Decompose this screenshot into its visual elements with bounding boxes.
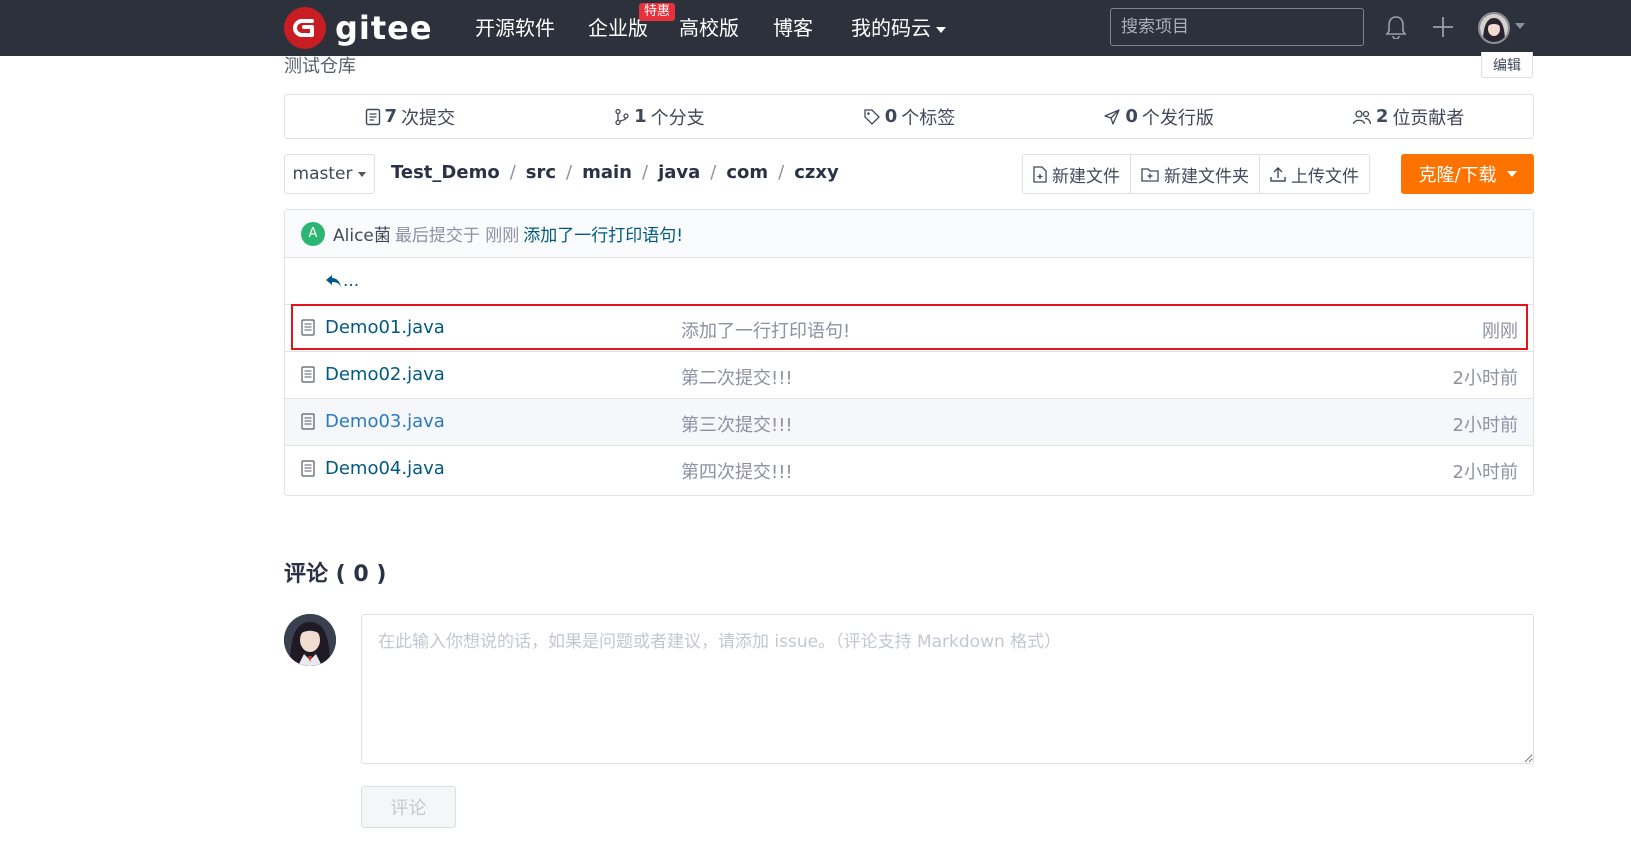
logo-text: gitee xyxy=(335,9,433,47)
nav-blog[interactable]: 博客 xyxy=(773,14,813,42)
upload-icon xyxy=(1270,167,1286,182)
new-file-label: 新建文件 xyxy=(1052,166,1120,187)
tag-count: 0 xyxy=(884,106,898,127)
commenter-avatar[interactable] xyxy=(284,614,336,666)
chevron-down-icon xyxy=(358,171,367,177)
clone-label: 克隆/下载 xyxy=(1418,165,1497,186)
nav-my-gitee-label: 我的码云 xyxy=(851,16,931,40)
file-row[interactable]: Demo03.java 第三次提交!!! 2小时前 xyxy=(285,399,1533,446)
new-file-button[interactable]: 新建文件 xyxy=(1023,155,1131,193)
latest-commit-bar: A Alice菌 最后提交于 刚刚 添加了一行打印语句! xyxy=(285,210,1533,258)
file-icon xyxy=(301,460,315,477)
commit-count: 7 xyxy=(384,106,398,127)
file-name[interactable]: Demo03.java xyxy=(325,411,445,432)
contributor-label: 位贡献者 xyxy=(1392,107,1465,129)
comments-title: 评论 ( 0 ) xyxy=(284,562,387,587)
commit-icon xyxy=(365,108,380,125)
stat-releases[interactable]: 0 个发行版 xyxy=(1034,95,1284,138)
nav-my-gitee[interactable]: 我的码云 xyxy=(851,14,946,42)
parent-directory-label: ... xyxy=(343,271,360,291)
breadcrumb-main[interactable]: main xyxy=(582,162,632,183)
user-avatar[interactable] xyxy=(1478,12,1510,44)
plus-icon[interactable] xyxy=(1428,12,1458,42)
new-folder-icon xyxy=(1141,167,1159,182)
file-commit-message[interactable]: 第二次提交!!! xyxy=(681,364,793,390)
search-input[interactable] xyxy=(1110,8,1364,46)
contributor-count: 2 xyxy=(1375,106,1389,127)
gitee-logo-icon xyxy=(284,7,326,49)
stat-tags[interactable]: 0 个标签 xyxy=(784,95,1034,138)
branch-select[interactable]: master xyxy=(284,154,375,194)
contributors-icon xyxy=(1352,109,1372,124)
file-time: 刚刚 xyxy=(1482,321,1518,342)
breadcrumb-java[interactable]: java xyxy=(658,162,700,183)
repo-stats-bar: 7 次提交 1 个分支 0 个标签 0 个发行版 2 位贡献者 xyxy=(284,94,1534,139)
edit-button[interactable]: 编辑 xyxy=(1481,52,1533,78)
back-arrow-icon xyxy=(326,275,341,287)
release-icon xyxy=(1104,108,1120,125)
file-icon xyxy=(301,319,315,336)
commit-message[interactable]: 添加了一行打印语句! xyxy=(523,221,683,246)
breadcrumb-src[interactable]: src xyxy=(526,162,556,183)
chevron-down-icon[interactable] xyxy=(1515,23,1525,29)
repo-description: 测试仓库 xyxy=(284,56,356,77)
file-commit-message[interactable]: 添加了一行打印语句! xyxy=(681,317,850,343)
bell-icon[interactable] xyxy=(1381,12,1411,42)
branch-label: 个分支 xyxy=(650,107,705,129)
upload-button[interactable]: 上传文件 xyxy=(1260,155,1369,193)
file-row[interactable]: Demo02.java 第二次提交!!! 2小时前 xyxy=(285,352,1533,399)
chevron-down-icon xyxy=(936,26,946,33)
breadcrumb-com[interactable]: com xyxy=(726,162,768,183)
chevron-down-icon xyxy=(1506,171,1517,177)
clone-download-button[interactable]: 克隆/下载 xyxy=(1401,154,1534,194)
file-actions: 新建文件 新建文件夹 上传文件 xyxy=(1022,154,1370,194)
file-name[interactable]: Demo01.java xyxy=(325,317,445,338)
tag-icon xyxy=(864,108,880,125)
author-avatar[interactable]: A xyxy=(301,221,325,246)
commit-label: 次提交 xyxy=(401,107,456,129)
file-name[interactable]: Demo04.java xyxy=(325,458,445,479)
breadcrumb-repo[interactable]: Test_Demo xyxy=(391,162,500,183)
nav-opensource[interactable]: 开源软件 xyxy=(475,14,555,42)
file-list: A Alice菌 最后提交于 刚刚 添加了一行打印语句! ... Demo01.… xyxy=(284,209,1534,496)
tag-label: 个标签 xyxy=(901,107,956,129)
top-navbar: gitee 开源软件 企业版 特惠 高校版 博客 我的码云 xyxy=(0,0,1631,56)
nav-university[interactable]: 高校版 xyxy=(679,14,739,42)
stat-commits[interactable]: 7 次提交 xyxy=(285,95,535,138)
release-count: 0 xyxy=(1125,106,1138,127)
new-file-icon xyxy=(1033,165,1047,183)
branch-name: master xyxy=(292,164,353,184)
branch-icon xyxy=(615,108,629,125)
file-row[interactable]: Demo01.java 添加了一行打印语句! 刚刚 xyxy=(285,305,1533,352)
file-time: 2小时前 xyxy=(1452,462,1518,483)
comment-textarea[interactable] xyxy=(361,614,1534,764)
commit-author[interactable]: Alice菌 xyxy=(333,221,391,246)
file-commit-message[interactable]: 第三次提交!!! xyxy=(681,411,793,437)
file-icon xyxy=(301,413,315,430)
branch-count: 1 xyxy=(634,106,647,127)
file-row[interactable]: Demo04.java 第四次提交!!! 2小时前 xyxy=(285,446,1533,493)
release-label: 个发行版 xyxy=(1141,107,1214,129)
file-icon xyxy=(301,366,315,383)
file-time: 2小时前 xyxy=(1452,368,1518,389)
file-name[interactable]: Demo02.java xyxy=(325,364,445,385)
new-folder-button[interactable]: 新建文件夹 xyxy=(1131,155,1260,193)
upload-label: 上传文件 xyxy=(1291,166,1359,187)
file-time: 2小时前 xyxy=(1452,415,1518,436)
promo-badge: 特惠 xyxy=(639,3,676,21)
stat-branches[interactable]: 1 个分支 xyxy=(535,95,785,138)
breadcrumb-czxy[interactable]: czxy xyxy=(794,162,839,183)
comment-submit-button[interactable]: 评论 xyxy=(361,786,456,828)
parent-directory-link[interactable]: ... xyxy=(285,258,1533,305)
file-commit-message[interactable]: 第四次提交!!! xyxy=(681,458,793,484)
commit-meta: 最后提交于 刚刚 xyxy=(394,226,520,246)
new-folder-label: 新建文件夹 xyxy=(1164,166,1249,187)
gitee-logo[interactable]: gitee xyxy=(284,7,433,49)
stat-contributors[interactable]: 2 位贡献者 xyxy=(1283,95,1533,138)
breadcrumb: Test_Demo / src / main / java / com / czxy xyxy=(391,162,839,183)
